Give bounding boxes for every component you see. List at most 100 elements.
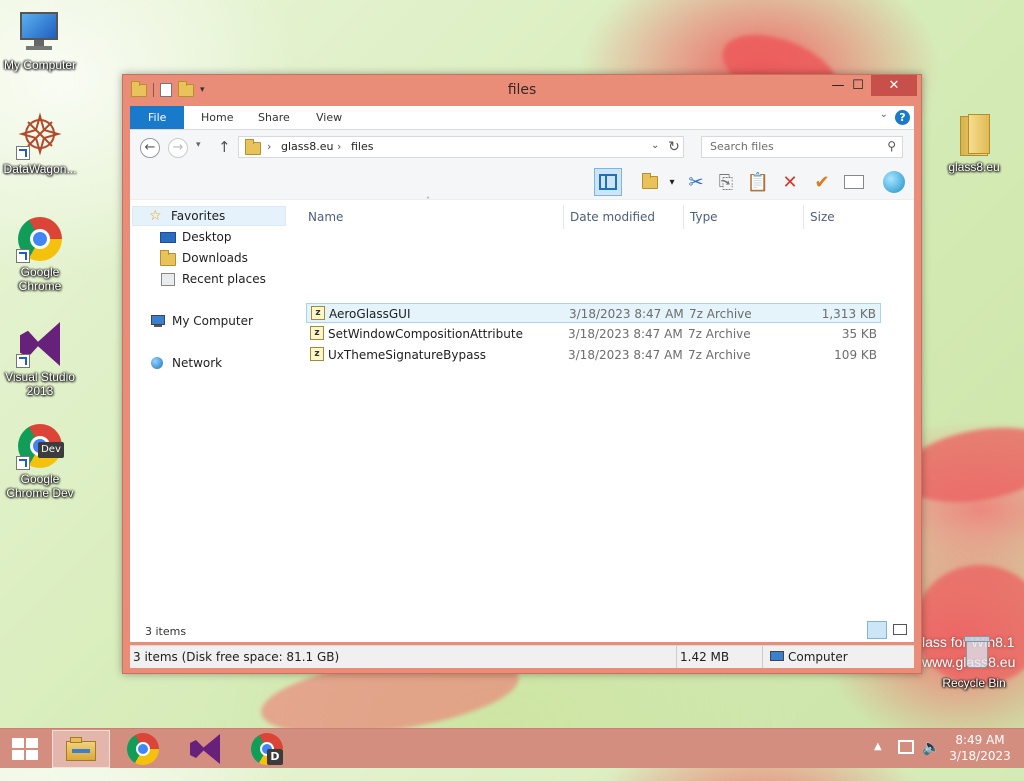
chrome-icon bbox=[127, 733, 159, 765]
properties-icon[interactable] bbox=[840, 168, 868, 196]
column-header-name[interactable]: Name bbox=[302, 205, 564, 229]
start-button[interactable] bbox=[12, 738, 38, 760]
file-date: 3/18/2023 8:47 AM bbox=[568, 348, 683, 362]
nav-favorites-label: Favorites bbox=[171, 209, 226, 223]
chrome-icon bbox=[16, 215, 64, 263]
column-header-size[interactable]: Size bbox=[804, 205, 882, 229]
file-size: 1,313 KB bbox=[821, 307, 876, 321]
file-size: 35 KB bbox=[841, 327, 877, 341]
nav-item-my-computer[interactable]: My Computer bbox=[150, 311, 253, 331]
nav-item-desktop[interactable]: Desktop bbox=[160, 227, 232, 247]
title-bar[interactable]: ▾ files — ☐ ✕ bbox=[123, 75, 921, 105]
recent-places-icon bbox=[160, 272, 176, 286]
visual-studio-icon bbox=[190, 734, 220, 764]
close-button[interactable]: ✕ bbox=[871, 75, 917, 96]
checkmark-icon[interactable]: ✔ bbox=[808, 168, 836, 196]
nav-item-label: My Computer bbox=[172, 314, 253, 328]
address-bar[interactable]: › glass8.eu › files ⌄ bbox=[238, 136, 684, 158]
taskbar-chrome-dev[interactable]: D bbox=[238, 730, 296, 768]
file-date: 3/18/2023 8:47 AM bbox=[568, 327, 683, 341]
table-row[interactable]: z SetWindowCompositionAttribute 3/18/202… bbox=[306, 324, 881, 344]
item-count: 3 items bbox=[145, 625, 187, 638]
clock-date: 3/18/2023 bbox=[949, 749, 1011, 763]
taskbar-file-explorer[interactable] bbox=[52, 730, 110, 768]
breadcrumb-segment[interactable]: files bbox=[351, 140, 373, 153]
window-title: files bbox=[507, 82, 537, 98]
nav-item-label: Downloads bbox=[182, 251, 248, 265]
file-type: 7z Archive bbox=[688, 348, 751, 362]
visual-studio-icon bbox=[16, 320, 64, 368]
help-icon[interactable]: ? bbox=[895, 110, 910, 125]
ribbon-tabs: File Home Share View ⌄ ? bbox=[130, 106, 914, 130]
desktop-icon-my-computer[interactable]: My Computer bbox=[0, 8, 80, 72]
up-button[interactable]: ↑ bbox=[218, 138, 231, 156]
search-icon: ⚲ bbox=[887, 139, 896, 153]
network-tray-icon[interactable] bbox=[898, 740, 914, 780]
maximize-button[interactable]: ☐ bbox=[843, 75, 873, 96]
back-button[interactable]: ← bbox=[140, 138, 160, 158]
desktop-icon bbox=[160, 230, 176, 244]
desktop-icon-visual-studio[interactable]: Visual Studio 2013 bbox=[0, 320, 80, 398]
file-date: 3/18/2023 8:47 AM bbox=[569, 307, 684, 321]
paste-icon[interactable]: 📋 bbox=[744, 168, 772, 196]
computer-icon bbox=[150, 314, 166, 328]
cut-icon[interactable]: ✂ bbox=[682, 168, 710, 196]
tab-home[interactable]: Home bbox=[187, 106, 247, 129]
desktop-icon-datawagon[interactable]: DataWagon... bbox=[0, 112, 80, 176]
desktop-icon-label: Chrome Dev bbox=[6, 486, 74, 500]
address-history-icon[interactable]: ⌄ bbox=[651, 140, 659, 151]
table-row[interactable]: z UxThemeSignatureBypass 3/18/2023 8:47 … bbox=[306, 345, 881, 365]
nav-item-downloads[interactable]: Downloads bbox=[160, 248, 248, 268]
expand-ribbon-icon[interactable]: ⌄ bbox=[880, 109, 888, 120]
desktop-icon-label: DataWagon... bbox=[3, 162, 77, 176]
refresh-button[interactable]: ↻ bbox=[664, 136, 684, 158]
desktop-icon-glass8-folder[interactable]: glass8.eu bbox=[934, 110, 1014, 174]
tab-share[interactable]: Share bbox=[244, 106, 304, 129]
desktop-icon-label: My Computer bbox=[3, 58, 77, 72]
computer-icon bbox=[770, 651, 784, 661]
nav-item-network[interactable]: Network bbox=[150, 353, 222, 373]
desktop-icon-google-chrome[interactable]: Google Chrome bbox=[0, 215, 80, 293]
tab-file[interactable]: File bbox=[130, 106, 185, 129]
navigation-pane: ☆ Favorites Desktop Downloads Recent pla… bbox=[130, 200, 288, 640]
folder-icon bbox=[950, 110, 998, 158]
nav-item-recent-places[interactable]: Recent places bbox=[160, 269, 266, 289]
copy-icon[interactable]: ⎘ bbox=[712, 168, 740, 196]
nav-item-label: Network bbox=[172, 356, 223, 370]
star-icon: ☆ bbox=[149, 208, 162, 224]
volume-icon[interactable]: 🔈 bbox=[922, 738, 941, 778]
nav-item-label: Desktop bbox=[182, 230, 232, 244]
tab-view[interactable]: View bbox=[302, 106, 356, 129]
breadcrumb-segment[interactable]: glass8.eu bbox=[281, 140, 333, 153]
details-view-icon[interactable] bbox=[867, 621, 887, 639]
desktop-icon-label: glass8.eu bbox=[948, 160, 1000, 174]
taskbar-google-chrome[interactable] bbox=[114, 730, 172, 768]
nav-favorites[interactable]: ☆ Favorites bbox=[132, 206, 286, 226]
column-header-date[interactable]: Date modified bbox=[564, 205, 684, 229]
desktop-icon-label: Chrome bbox=[18, 279, 62, 293]
column-header-type[interactable]: Type bbox=[684, 205, 804, 229]
table-row[interactable]: z AeroGlassGUI 3/18/2023 8:47 AM 7z Arch… bbox=[306, 303, 881, 323]
chrome-dev-icon: D bbox=[251, 733, 283, 765]
desktop-icon-label: Visual Studio bbox=[5, 370, 75, 384]
file-type: 7z Archive bbox=[689, 307, 752, 321]
desktop-icon-recycle-bin[interactable]: Recycle Bin bbox=[934, 632, 1014, 690]
taskbar-visual-studio[interactable] bbox=[176, 730, 234, 768]
globe-icon[interactable] bbox=[880, 168, 908, 196]
search-input[interactable]: Search files bbox=[710, 140, 774, 153]
forward-button[interactable]: → bbox=[168, 138, 188, 158]
nav-item-label: Recent places bbox=[182, 272, 266, 286]
7z-archive-icon: z bbox=[310, 347, 324, 361]
file-type: 7z Archive bbox=[688, 327, 751, 341]
command-toolbar: ▾ ✂ ⎘ 📋 ✕ ✔ bbox=[130, 165, 914, 200]
desktop-icon-chrome-dev[interactable]: Dev Google Chrome Dev bbox=[0, 422, 80, 500]
show-hidden-icons-icon[interactable]: ▲ bbox=[874, 741, 882, 781]
preview-pane-button[interactable] bbox=[594, 168, 622, 196]
recent-locations-icon[interactable]: ▾ bbox=[196, 140, 201, 150]
delete-icon[interactable]: ✕ bbox=[776, 168, 804, 196]
clock[interactable]: 8:49 AM 3/18/2023 bbox=[948, 733, 1012, 773]
search-box[interactable]: Search files ⚲ bbox=[701, 136, 903, 158]
status-divider bbox=[676, 646, 677, 668]
downloads-folder-icon bbox=[160, 250, 176, 266]
large-icons-view-icon[interactable] bbox=[890, 621, 910, 639]
